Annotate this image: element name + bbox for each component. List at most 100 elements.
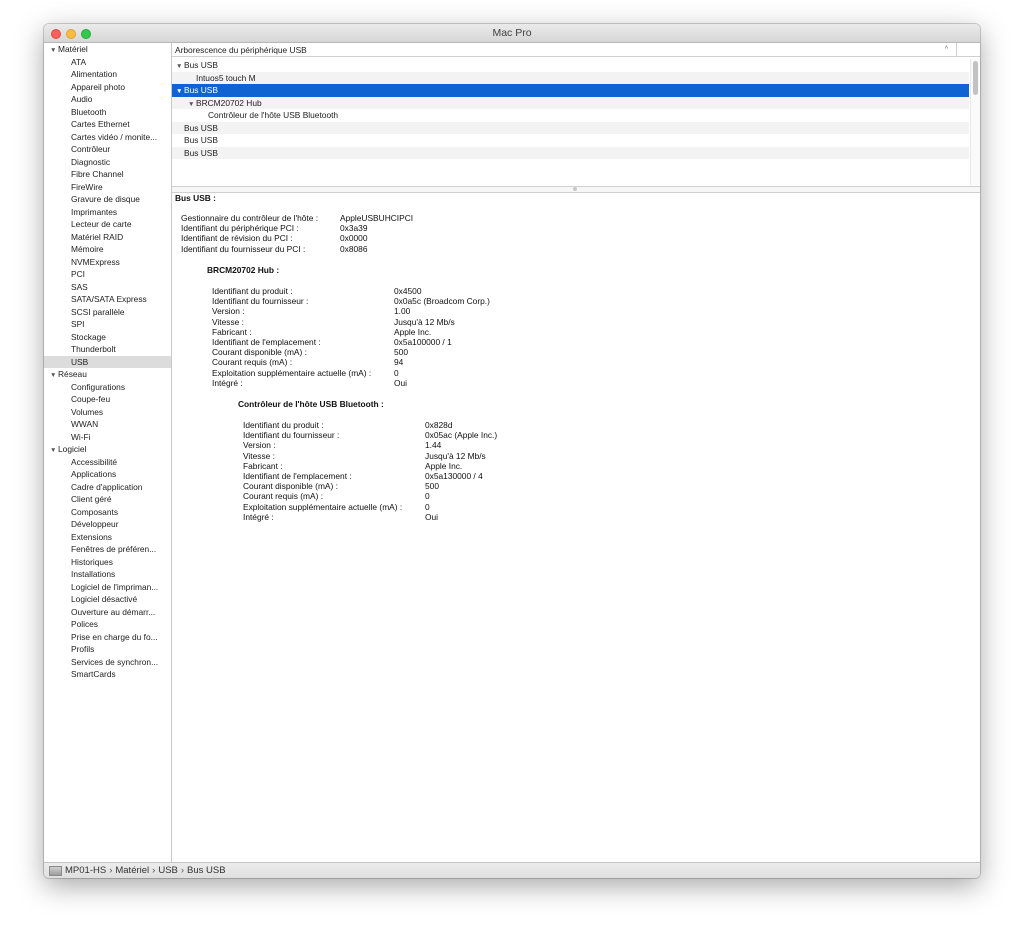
tree-scroll-thumb[interactable] xyxy=(973,61,978,95)
property-row: Intégré : Oui xyxy=(212,378,490,388)
tree-column-header[interactable]: Arborescence du périphérique USB ^ xyxy=(172,43,956,57)
breadcrumb-separator: › xyxy=(152,865,156,876)
sort-ascending-icon: ^ xyxy=(944,46,948,53)
sidebar-item[interactable]: SATA/SATA Express xyxy=(44,293,171,306)
property-row: Identifiant du fournisseur : 0x05ac (Appl… xyxy=(243,430,497,440)
sidebar-item[interactable]: Installations xyxy=(44,568,171,581)
bus-properties: Gestionnaire du contrôleur de l'hôte : Ap… xyxy=(181,213,413,254)
sidebar-item[interactable]: Polices xyxy=(44,618,171,631)
property-row: Identifiant de l'emplacement : 0x5a130000… xyxy=(243,471,497,481)
sidebar-item[interactable]: Logiciel désactivé xyxy=(44,593,171,606)
sidebar-item[interactable]: Cartes Ethernet xyxy=(44,118,171,131)
app-window: Mac Pro ▼ Matériel ATA Alimentation Appareil… xyxy=(44,24,980,878)
breadcrumb-item[interactable]: USB xyxy=(158,865,178,876)
property-key: Exploitation supplémentaire actuelle (mA… xyxy=(212,367,372,378)
property-key: Identifiant de l'emplacement : xyxy=(212,336,321,347)
sidebar-item[interactable]: Développeur xyxy=(44,518,171,531)
property-value: 0 xyxy=(425,501,430,512)
sidebar-item[interactable]: Appareil photo xyxy=(44,81,171,94)
sidebar-item[interactable]: Logiciel de l'impriman... xyxy=(44,581,171,594)
tree-row[interactable]: Contrôleur de l'hôte USB Bluetooth xyxy=(172,109,969,122)
tree-row[interactable]: ▼ Bus USB xyxy=(172,59,969,72)
breadcrumb-item[interactable]: MP01-HS xyxy=(65,865,106,876)
tree-row[interactable]: Bus USB xyxy=(172,146,969,159)
sidebar-item[interactable]: Imprimantes xyxy=(44,206,171,219)
sidebar-item[interactable]: Client géré xyxy=(44,493,171,506)
sidebar-item[interactable]: Gravure de disque xyxy=(44,193,171,206)
tree-row-label: Bus USB xyxy=(184,135,218,145)
sidebar-item[interactable]: Prise en charge du fo... xyxy=(44,631,171,644)
property-row: Identifiant de révision du PCI : 0x0000 xyxy=(181,233,413,243)
sidebar-item[interactable]: SPI xyxy=(44,318,171,331)
disclosure-triangle-icon[interactable]: ▼ xyxy=(50,45,58,56)
sidebar-item[interactable]: SmartCards xyxy=(44,668,171,681)
disclosure-triangle-icon[interactable]: ▼ xyxy=(176,61,184,74)
property-row: Identifiant de l'emplacement : 0x5a100000… xyxy=(212,337,490,347)
sidebar-item[interactable]: Mémoire xyxy=(44,243,171,256)
sidebar-item[interactable]: Applications xyxy=(44,468,171,481)
tree-row-label: Bus USB xyxy=(184,147,218,158)
sidebar-item[interactable]: Profils xyxy=(44,643,171,656)
sidebar-item[interactable]: FireWire xyxy=(44,181,171,194)
breadcrumb-separator: › xyxy=(109,865,113,876)
sidebar-item[interactable]: Diagnostic xyxy=(44,156,171,169)
breadcrumb-item[interactable]: Bus USB xyxy=(187,865,226,876)
sidebar-item[interactable]: WWAN xyxy=(44,418,171,431)
sidebar-category[interactable]: ▼ Matériel xyxy=(44,43,171,56)
sidebar-item[interactable]: Ouverture au démarr... xyxy=(44,606,171,619)
disclosure-triangle-icon[interactable]: ▼ xyxy=(176,86,184,99)
sidebar-item[interactable]: Historiques xyxy=(44,556,171,569)
sidebar-item[interactable]: Fenêtres de préféren... xyxy=(44,543,171,556)
sidebar-item[interactable]: Bluetooth xyxy=(44,106,171,119)
disclosure-triangle-icon[interactable]: ▼ xyxy=(188,99,196,112)
tree-scrollbar[interactable] xyxy=(970,59,980,185)
sidebar-item[interactable]: NVMExpress xyxy=(44,256,171,269)
property-key: Identifiant du fournisseur : xyxy=(243,430,340,441)
property-key: Intégré : xyxy=(212,377,243,388)
sidebar-item[interactable]: Thunderbolt xyxy=(44,343,171,356)
sidebar-item[interactable]: Composants xyxy=(44,506,171,519)
tree-row[interactable]: Bus USB xyxy=(172,121,969,134)
sidebar-item[interactable]: ATA xyxy=(44,56,171,69)
sidebar-item[interactable]: Lecteur de carte xyxy=(44,218,171,231)
sidebar-item[interactable]: Volumes xyxy=(44,406,171,419)
disclosure-triangle-icon[interactable]: ▼ xyxy=(50,445,58,456)
property-row: Version : 1.44 xyxy=(243,440,497,450)
disclosure-triangle-icon[interactable]: ▼ xyxy=(50,370,58,381)
tree-row[interactable]: ▼ Bus USB xyxy=(172,84,969,97)
sidebar-item[interactable]: Services de synchron... xyxy=(44,656,171,669)
sidebar-item[interactable]: Wi-Fi xyxy=(44,431,171,444)
property-value: 0x5a100000 / 1 xyxy=(394,336,452,347)
hub-section-title: BRCM20702 Hub : xyxy=(207,265,280,275)
sidebar-item[interactable]: Contrôleur xyxy=(44,143,171,156)
property-row: Courant disponible (mA) : 500 xyxy=(212,347,490,357)
title-bar[interactable]: Mac Pro xyxy=(44,24,980,43)
tree-row[interactable]: ▼ BRCM20702 Hub xyxy=(172,96,969,112)
status-bar: MP01-HS › Matériel › USB › Bus USB xyxy=(44,862,980,878)
sidebar-item[interactable]: Stockage xyxy=(44,331,171,344)
sidebar-item[interactable]: Cadre d'application xyxy=(44,481,171,494)
sidebar-item[interactable]: Audio xyxy=(44,93,171,106)
sidebar-item[interactable]: Fibre Channel xyxy=(44,168,171,181)
sidebar-item[interactable]: Accessibilité xyxy=(44,456,171,469)
sidebar-item[interactable]: SCSI parallèle xyxy=(44,306,171,319)
sidebar-item[interactable]: Matériel RAID xyxy=(44,231,171,244)
tree-row[interactable]: Bus USB xyxy=(172,134,969,147)
sidebar-item[interactable]: Extensions xyxy=(44,531,171,544)
sidebar-item[interactable]: PCI xyxy=(44,268,171,281)
sidebar-item[interactable]: USB xyxy=(44,355,171,368)
property-key: Courant disponible (mA) : xyxy=(243,481,338,492)
sidebar-category[interactable]: ▼ Réseau xyxy=(44,368,171,381)
tree-row[interactable]: Intuos5 touch M xyxy=(172,71,969,84)
sidebar-item[interactable]: Cartes vidéo / monite... xyxy=(44,131,171,144)
property-key: Identifiant du fournisseur : xyxy=(212,296,309,307)
splitter-handle-icon xyxy=(573,187,577,191)
sidebar-category[interactable]: ▼ Logiciel xyxy=(44,443,171,456)
sidebar-item[interactable]: Coupe-feu xyxy=(44,393,171,406)
breadcrumb-item[interactable]: Matériel xyxy=(115,865,149,876)
tree-header-label: Arborescence du périphérique USB xyxy=(175,45,307,55)
property-value: 0x05ac (Apple Inc.) xyxy=(425,430,498,441)
sidebar-item[interactable]: Configurations xyxy=(44,381,171,394)
sidebar-item[interactable]: SAS xyxy=(44,281,171,294)
sidebar-item[interactable]: Alimentation xyxy=(44,68,171,81)
